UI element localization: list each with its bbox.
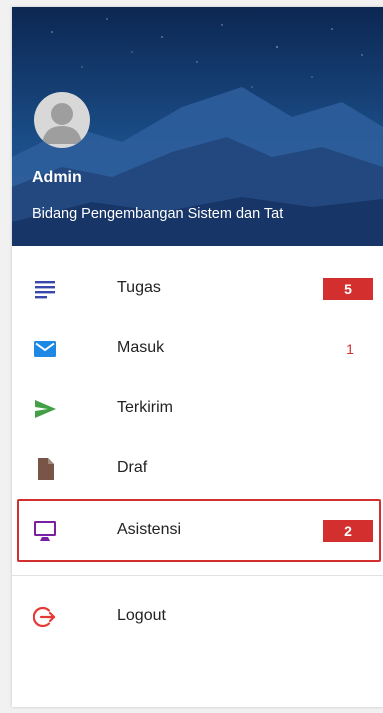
user-department: Bidang Pengembangan Sistem dan Tat bbox=[32, 206, 284, 222]
document-icon bbox=[38, 458, 54, 480]
menu-item-draf[interactable]: Draf bbox=[12, 439, 383, 499]
mail-icon bbox=[34, 341, 56, 357]
menu-label: Masuk bbox=[117, 339, 165, 356]
logout-button[interactable]: Logout bbox=[12, 587, 383, 647]
menu-item-masuk[interactable]: Masuk 1 bbox=[12, 319, 383, 379]
menu-label: Tugas bbox=[117, 279, 161, 296]
logout-icon bbox=[33, 606, 56, 628]
navigation-drawer: Admin Bidang Pengembangan Sistem dan Tat… bbox=[12, 7, 383, 707]
divider bbox=[12, 575, 383, 576]
user-icon bbox=[42, 103, 82, 144]
logout-label: Logout bbox=[117, 607, 166, 624]
menu-item-terkirim[interactable]: Terkirim bbox=[12, 379, 383, 439]
menu-label: Terkirim bbox=[117, 399, 173, 416]
count-badge: 5 bbox=[323, 278, 373, 300]
menu-label: Asistensi bbox=[117, 521, 182, 538]
send-icon bbox=[35, 400, 56, 418]
avatar[interactable] bbox=[34, 92, 90, 148]
drawer-header: Admin Bidang Pengembangan Sistem dan Tat bbox=[12, 7, 383, 246]
monitor-icon bbox=[34, 521, 56, 541]
list-lines-icon bbox=[35, 281, 55, 299]
menu-item-tugas[interactable]: Tugas 5 bbox=[12, 259, 383, 319]
menu-item-asistensi[interactable]: Asistensi 2 bbox=[12, 501, 383, 561]
user-name: Admin bbox=[32, 169, 82, 186]
count-badge: 2 bbox=[323, 520, 373, 542]
count-badge: 1 bbox=[346, 341, 354, 357]
menu-label: Draf bbox=[117, 459, 148, 476]
